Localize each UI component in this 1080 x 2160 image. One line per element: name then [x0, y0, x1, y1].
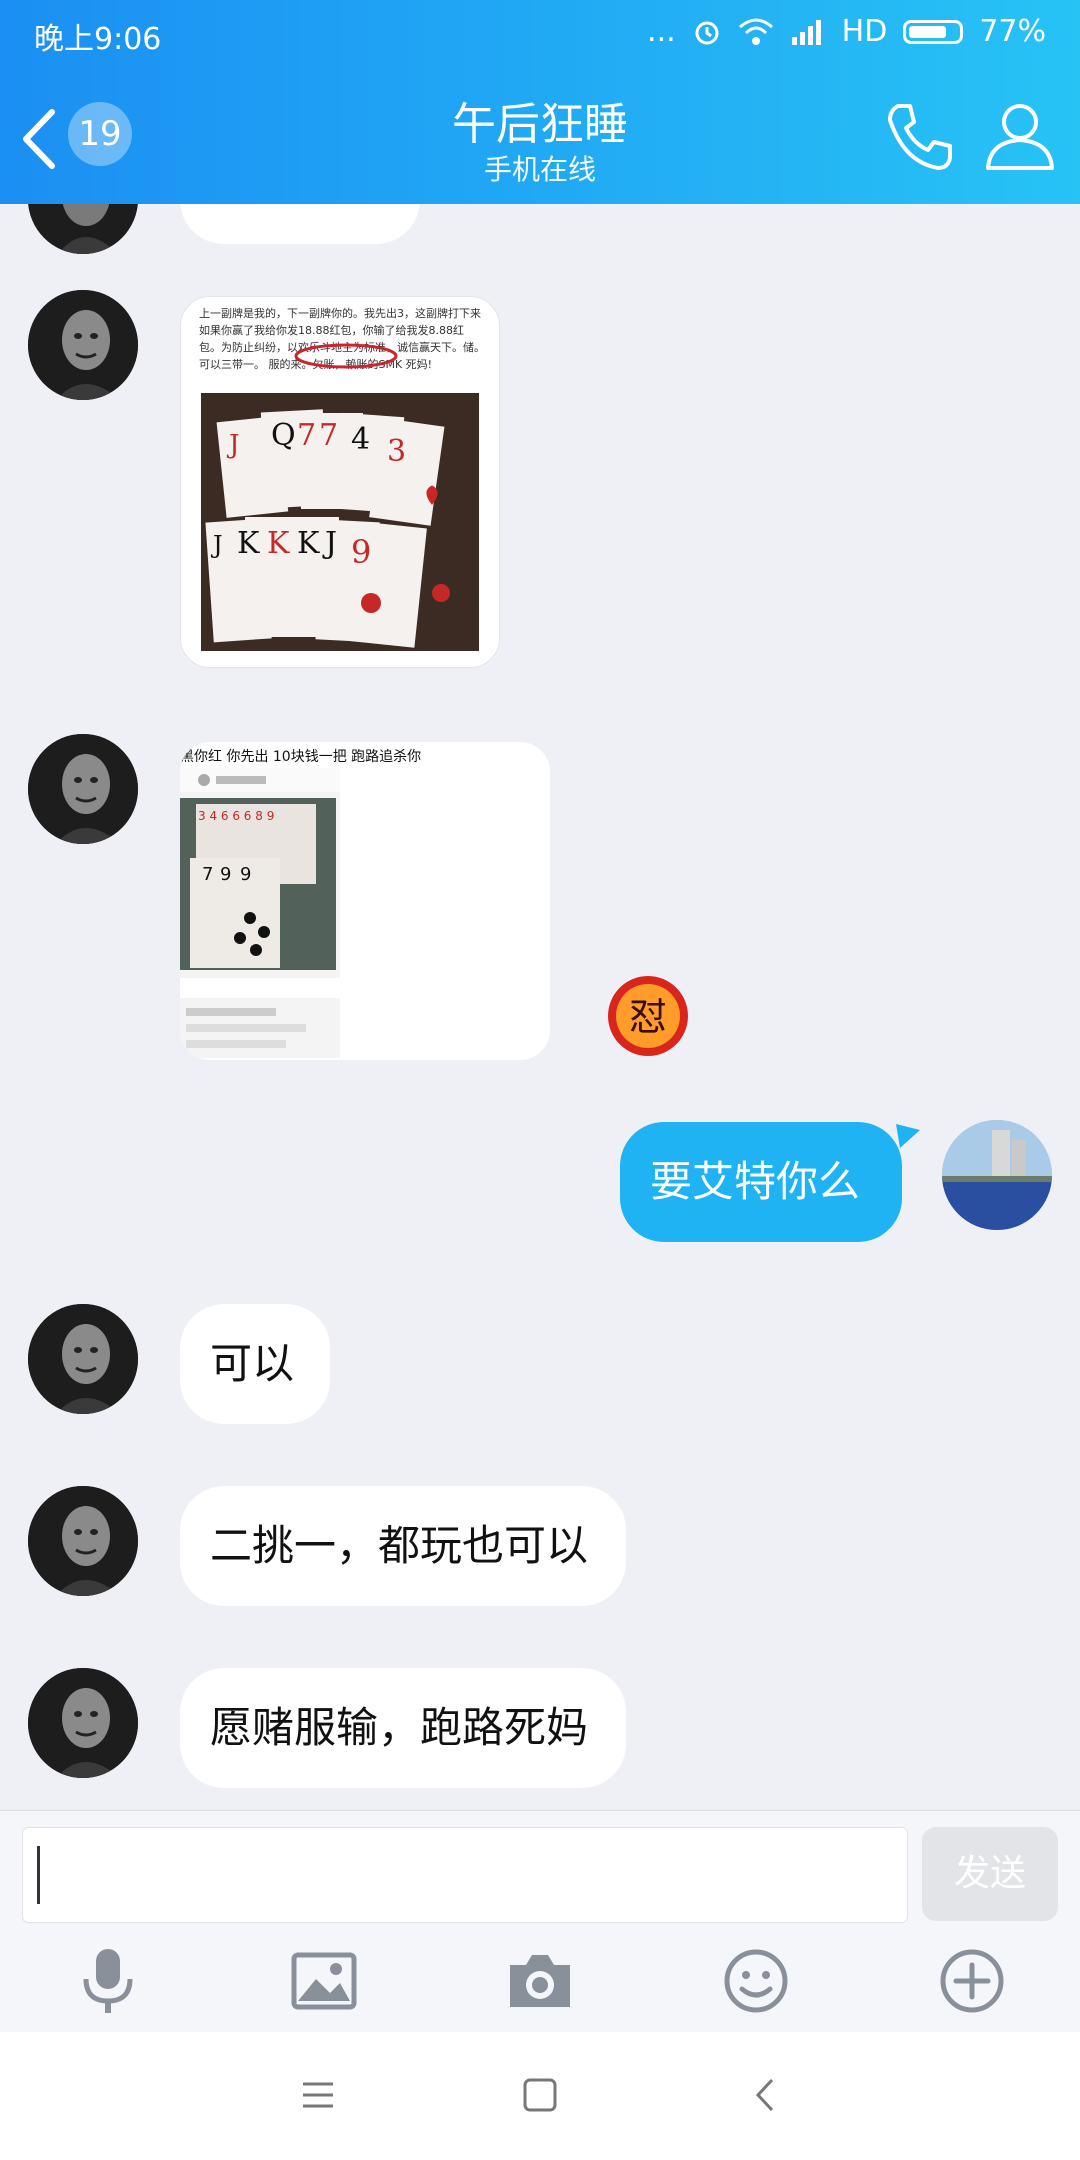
photo-button[interactable] [288, 1945, 360, 2017]
partial-message-bubble[interactable] [180, 204, 420, 244]
phone-icon [888, 104, 952, 170]
battery-percent: 77% [979, 14, 1046, 49]
home-button[interactable] [515, 2070, 565, 2120]
battery-icon [903, 20, 964, 44]
home-icon [523, 2078, 557, 2112]
svg-text:9: 9 [240, 864, 251, 885]
back-icon [755, 2078, 774, 2112]
alarm-icon [695, 21, 719, 45]
sticker-text: 怼 [629, 995, 667, 1039]
image-caption-text: 黑你红 你先出 10块钱一把 跑路追杀你 [180, 749, 422, 765]
system-navbar [0, 2032, 1080, 2160]
more-button[interactable] [936, 1945, 1008, 2017]
signal-icon [791, 20, 821, 45]
svg-text:9: 9 [220, 864, 231, 885]
status-bar: 晚上9:06 ... HD 77% [0, 0, 1080, 66]
svg-text:7: 7 [202, 864, 213, 885]
profile-button[interactable] [982, 98, 1058, 174]
contact-message-bubble[interactable]: 可以 [180, 1304, 330, 1424]
contact-message-bubble[interactable]: 二挑一，都玩也可以 [180, 1486, 626, 1606]
svg-text:3: 3 [387, 434, 406, 469]
input-area: 发送 [0, 1810, 1080, 2033]
network-type: HD [841, 14, 888, 49]
emoji-button[interactable] [720, 1945, 792, 2017]
profile-icon [986, 104, 1054, 170]
status-indicators: ... HD 77% [647, 12, 1046, 52]
chat-messages[interactable]: 上一副牌是我的，下一副牌你的。我先出3，这副牌打下来如果你赢了我给你发18.88… [0, 204, 1080, 1810]
svg-text:7: 7 [319, 418, 338, 453]
text-cursor [37, 1846, 40, 1904]
joker-avatar-icon [28, 1304, 138, 1414]
contact-avatar[interactable] [28, 1668, 138, 1778]
microphone-icon [83, 1949, 133, 2013]
send-button[interactable]: 发送 [922, 1827, 1058, 1921]
contact-avatar[interactable] [28, 734, 138, 844]
emoji-icon [724, 1949, 788, 2013]
svg-text:K: K [297, 526, 320, 561]
joker-avatar-icon [28, 1486, 138, 1596]
svg-text:J: J [322, 526, 337, 561]
playing-cards-photo: J Q 7 7 4 3 J K K K J 9 [201, 393, 479, 651]
joker-avatar-icon [28, 1668, 138, 1778]
more-dots: ... [647, 14, 676, 49]
voice-input-button[interactable] [72, 1945, 144, 2017]
wifi-icon [738, 18, 773, 45]
chat-header: 晚上9:06 ... HD 77% 19 午后狂睡 手机在线 [0, 0, 1080, 204]
camera-icon [510, 1955, 570, 2007]
menu-button[interactable] [293, 2070, 343, 2120]
svg-text:3 4 6 6 6 8 9: 3 4 6 6 6 8 9 [198, 809, 274, 823]
contact-avatar[interactable] [28, 1486, 138, 1596]
joker-avatar-icon [28, 290, 138, 400]
svg-text:4: 4 [351, 422, 370, 457]
joker-avatar-icon [28, 204, 138, 254]
landscape-avatar-icon [942, 1120, 1052, 1230]
my-avatar[interactable] [942, 1120, 1052, 1230]
svg-text:Q: Q [271, 418, 296, 453]
status-time: 晚上9:06 [34, 22, 162, 57]
red-circle-annotation [294, 343, 398, 369]
svg-text:7: 7 [297, 418, 316, 453]
my-message-bubble[interactable]: 要艾特你么 [620, 1122, 902, 1242]
voice-call-button[interactable] [882, 98, 958, 174]
screenshot-thumbnail: 7 9 9 3 4 6 6 6 8 9 [180, 768, 340, 1058]
angry-sticker-icon[interactable]: 怼 [606, 974, 690, 1058]
image-icon [291, 1952, 357, 2010]
system-back-button[interactable] [740, 2070, 790, 2120]
image-message-cards[interactable]: 上一副牌是我的，下一副牌你的。我先出3，这副牌打下来如果你赢了我给你发18.88… [180, 296, 500, 668]
image-message-screenshot[interactable]: 黑你红 你先出 10块钱一把 跑路追杀你 7 9 9 3 4 6 6 6 8 9 [180, 742, 550, 1060]
message-input[interactable] [22, 1827, 908, 1923]
contact-avatar[interactable] [28, 204, 138, 254]
svg-text:9: 9 [351, 533, 371, 571]
camera-button[interactable] [504, 1945, 576, 2017]
svg-text:K: K [237, 526, 260, 561]
contact-avatar[interactable] [28, 290, 138, 400]
svg-text:J: J [226, 430, 239, 460]
contact-message-bubble[interactable]: 愿赌服输，跑路死妈 [180, 1668, 626, 1788]
bubble-tail [896, 1124, 920, 1148]
plus-icon [940, 1949, 1004, 2013]
menu-icon [303, 2082, 333, 2108]
svg-text:K: K [267, 526, 290, 561]
joker-avatar-icon [28, 734, 138, 844]
contact-avatar[interactable] [28, 1304, 138, 1414]
